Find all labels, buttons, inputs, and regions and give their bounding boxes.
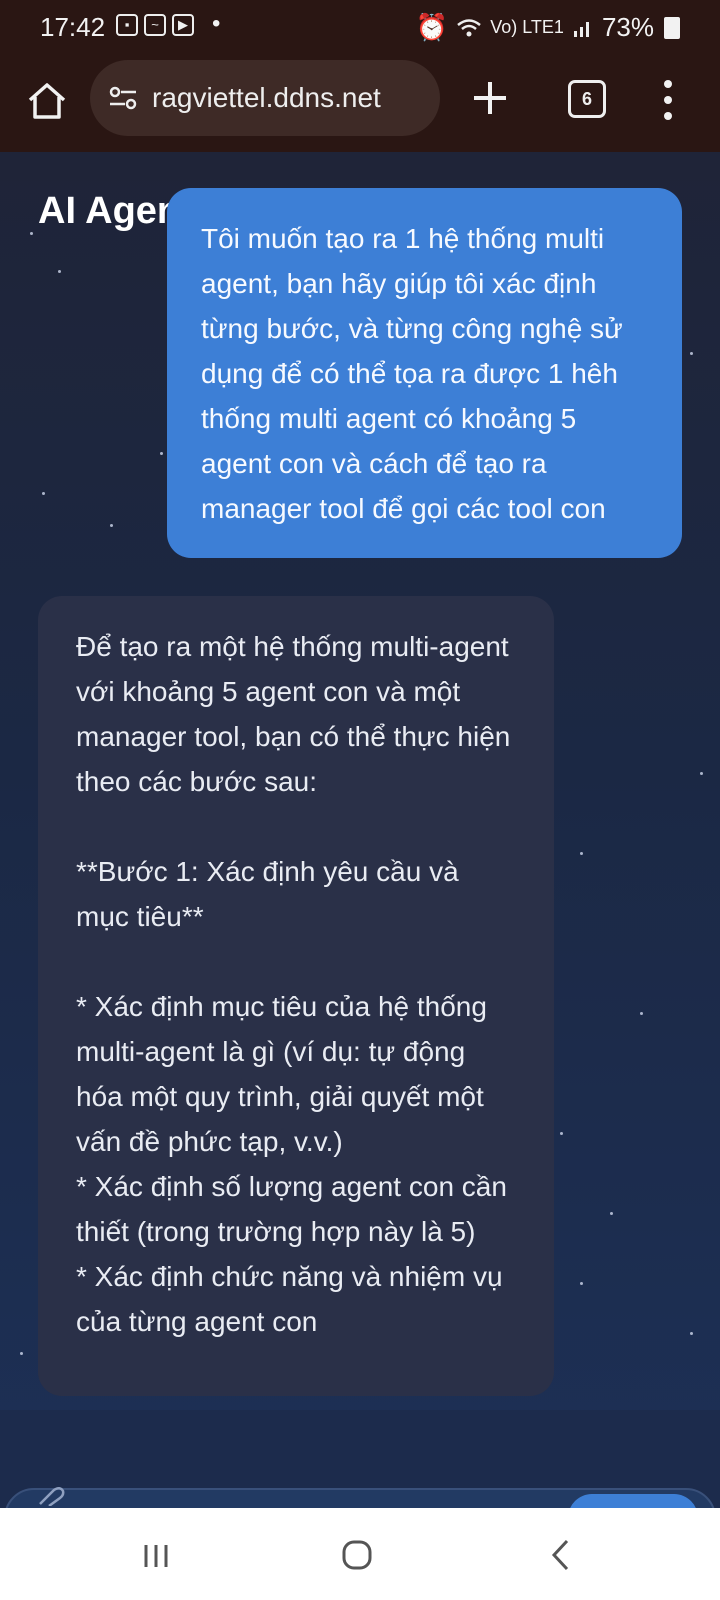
battery-percent: 73%: [601, 12, 654, 42]
system-navigation-bar: [0, 1508, 720, 1600]
recent-apps-icon[interactable]: [142, 1542, 170, 1570]
more-notifications-dot: •: [212, 10, 221, 37]
more-vert-icon[interactable]: [660, 78, 676, 122]
tabs-icon[interactable]: 6: [568, 80, 606, 118]
assistant-message-bubble: Để tạo ra một hệ thống multi-agent với k…: [38, 596, 554, 1396]
network-type: Vo) LTE1: [490, 17, 564, 37]
url-text: ragviettel.ddns.net: [152, 82, 381, 113]
home-circle-icon[interactable]: [342, 1540, 372, 1570]
notification-icons: ▪ ~ ▶: [116, 14, 194, 36]
attach-icon[interactable]: [36, 1486, 66, 1506]
gallery-notification-icon: ▪: [116, 14, 138, 36]
tune-icon[interactable]: [106, 81, 140, 115]
status-right: ⏰ Vo) LTE1 73%: [416, 12, 680, 43]
address-bar[interactable]: ragviettel.ddns.net: [90, 60, 440, 136]
signal-icon: [573, 21, 589, 37]
composer-area: [0, 1410, 720, 1508]
chat-page[interactable]: AI Agent Tôi muốn tạo ra 1 hệ thống mult…: [0, 152, 720, 1508]
user-message-text: Tôi muốn tạo ra 1 hệ thống multi agent, …: [201, 223, 623, 524]
youtube-notification-icon: ▶: [172, 14, 194, 36]
send-button[interactable]: [568, 1494, 698, 1508]
home-icon[interactable]: [26, 80, 68, 122]
status-time: 17:42: [40, 12, 106, 42]
status-bar: 17:42 ▪ ~ ▶ • ⏰ Vo) LTE1 73%: [0, 0, 720, 52]
messenger-notification-icon: ~: [144, 14, 166, 36]
user-message-bubble: Tôi muốn tạo ra 1 hệ thống multi agent, …: [167, 188, 682, 558]
wifi-icon: [457, 18, 482, 36]
battery-icon: [664, 16, 680, 39]
alarm-icon: ⏰: [415, 12, 449, 42]
browser-toolbar: ragviettel.ddns.net 6: [0, 52, 720, 152]
assistant-message-text: Để tạo ra một hệ thống multi-agent với k…: [76, 631, 511, 1337]
back-icon[interactable]: [550, 1538, 570, 1572]
plus-icon[interactable]: [466, 74, 514, 122]
tab-count: 6: [581, 89, 592, 109]
